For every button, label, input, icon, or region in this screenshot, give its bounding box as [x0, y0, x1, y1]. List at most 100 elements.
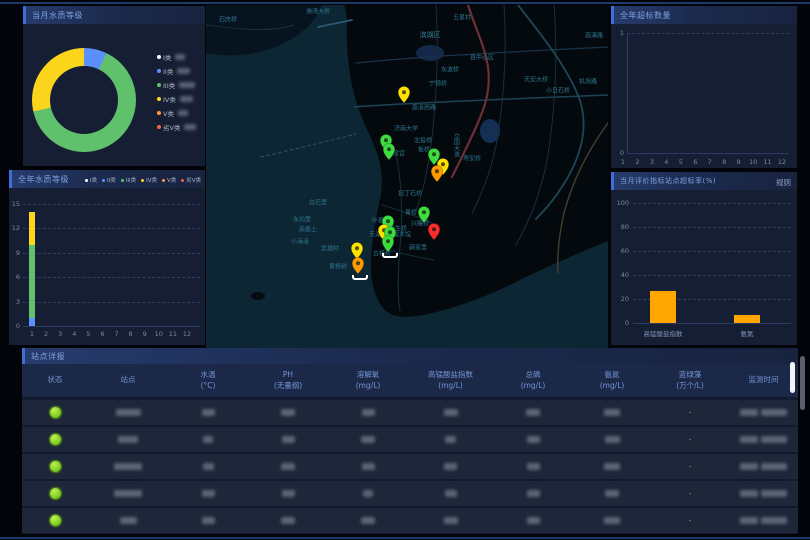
map-pin-selection-bracket — [352, 275, 368, 280]
table-row[interactable]: - — [22, 427, 798, 452]
ph-cell — [248, 517, 328, 524]
map-pin-green[interactable] — [417, 206, 431, 224]
x-tick-label: 6 — [693, 158, 697, 166]
redacted-value — [604, 517, 620, 524]
ph-cell — [248, 490, 328, 497]
temp-cell — [168, 490, 248, 497]
redacted-value — [282, 490, 295, 497]
gridline — [627, 33, 789, 34]
redacted-value — [362, 409, 375, 416]
algae-value: - — [689, 463, 692, 471]
y-tick-label: 20 — [611, 295, 629, 303]
map-panel[interactable]: 石庆桥港湾大桥五星村滨湖区县中心区东波桥宁锦桥天安大桥小日石桥机场路高清路高浪西… — [206, 5, 608, 348]
codmn-cell — [408, 409, 493, 416]
gridline — [633, 203, 791, 204]
column-header-站点: 站点 — [88, 375, 168, 385]
map-label: 高浪西路 — [412, 103, 436, 112]
map-label: 天安大桥 — [524, 75, 548, 84]
map-pin-orange[interactable] — [351, 257, 365, 275]
redacted-value — [444, 409, 458, 416]
redacted-value — [361, 517, 375, 524]
legend-item-III类[interactable]: III类 — [157, 80, 196, 90]
y-tick-label: 15 — [9, 200, 20, 208]
do-cell — [328, 436, 408, 443]
table-row[interactable]: - — [22, 400, 798, 425]
nh3-cell — [573, 490, 651, 497]
redacted-value — [114, 490, 142, 497]
map-label: 石庆桥 — [219, 15, 237, 24]
algae-cell: - — [651, 409, 729, 417]
redacted-value — [120, 517, 137, 524]
map-pin-red[interactable] — [427, 223, 441, 241]
redacted-value — [363, 490, 373, 497]
redacted-value — [527, 436, 540, 443]
map-canvas — [206, 5, 608, 348]
gridline — [633, 251, 791, 252]
rate-bar-label: 氨氮 — [741, 328, 754, 338]
algae-value: - — [689, 436, 692, 444]
column-header-状态: 状态 — [22, 375, 88, 385]
map-label: 小海浪 — [291, 237, 309, 246]
table-scrollbar-thumb[interactable] — [790, 362, 795, 393]
legend-item-V类[interactable]: V类 — [157, 108, 196, 118]
map-label: 高清路 — [585, 31, 603, 40]
redacted-value — [605, 490, 619, 497]
legend-item-II类[interactable]: II类 — [157, 66, 196, 76]
table-row[interactable]: - — [22, 481, 798, 506]
bar-segment-III类 — [29, 245, 35, 318]
redacted-timestamp — [761, 409, 787, 416]
redacted-value — [526, 409, 540, 416]
table-row[interactable]: - — [22, 508, 798, 533]
redacted-value — [281, 463, 295, 470]
station-report-table: 站点详报 状态站点水温(°C)PH(无量纲)溶解氧(mg/L)高锰酸盐指数(mg… — [22, 348, 798, 534]
map-pin-orange[interactable] — [430, 165, 444, 183]
map-label: 寿安桥 — [463, 154, 481, 163]
map-label: 吴塘村 — [321, 244, 339, 253]
status-indicator-normal — [50, 488, 61, 499]
redacted-value — [445, 490, 457, 497]
temp-cell — [168, 463, 248, 470]
map-pin-green[interactable] — [382, 143, 396, 161]
redacted-value — [203, 463, 214, 470]
codmn-cell — [408, 436, 493, 443]
legend-label: I类 — [163, 52, 171, 62]
donut-legend: I类 II类 III类 IV类 V类劣V类 — [157, 52, 196, 132]
x-tick-label: 9 — [143, 330, 147, 338]
y-tick-label: 9 — [9, 249, 20, 257]
page-scrollbar-thumb[interactable] — [800, 356, 805, 410]
x-axis-line — [23, 326, 200, 327]
tp-cell — [493, 517, 573, 524]
tp-cell — [493, 436, 573, 443]
map-label: 立国大道 — [452, 133, 461, 157]
nh3-cell — [573, 463, 651, 470]
panel-month-rate: 当月评价指标站点超标率(%) 规则 020406080100高锰酸盐指数氨氮 — [611, 172, 797, 345]
table-row[interactable]: - — [22, 454, 798, 479]
station-cell — [88, 490, 168, 497]
algae-cell: - — [651, 490, 729, 498]
status-indicator-normal — [50, 515, 61, 526]
station-cell — [88, 517, 168, 524]
x-tick-label: 1 — [621, 158, 625, 166]
map-pin-green[interactable] — [381, 235, 395, 253]
redacted-value — [282, 436, 295, 443]
map-label: 济南大学 — [394, 124, 418, 133]
x-tick-label: 3 — [58, 330, 62, 338]
x-tick-label: 5 — [86, 330, 90, 338]
ph-cell — [248, 409, 328, 416]
station-cell — [88, 436, 168, 443]
panel-year-water-quality: 全年水质等级 I类II类III类IV类V类劣V类 036912151234567… — [9, 170, 205, 345]
legend-dot — [157, 125, 161, 129]
status-cell — [22, 434, 88, 445]
legend-dot — [157, 55, 161, 59]
legend-item-劣V类[interactable]: 劣V类 — [157, 122, 196, 132]
algae-value: - — [689, 517, 692, 525]
gridline — [23, 253, 200, 254]
x-tick-label: 7 — [708, 158, 712, 166]
legend-item-I类[interactable]: I类 — [157, 52, 196, 62]
map-pin-yellow[interactable] — [397, 86, 411, 104]
codmn-cell — [408, 490, 493, 497]
redacted-value — [605, 436, 620, 443]
redacted-value — [202, 490, 215, 497]
legend-item-IV类[interactable]: IV类 — [157, 94, 196, 104]
bar-segment-IV类 — [29, 212, 35, 245]
